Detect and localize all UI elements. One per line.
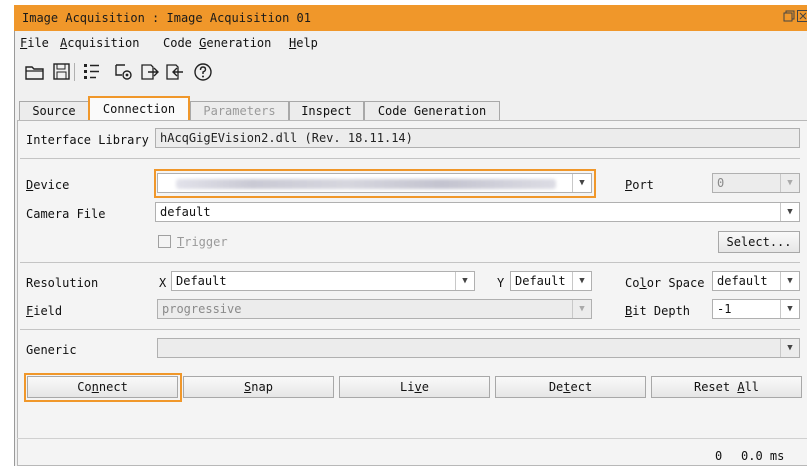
- tab-connection[interactable]: Connection: [88, 96, 190, 121]
- chevron-down-icon: ▼: [572, 300, 591, 318]
- divider: [20, 158, 800, 159]
- toolbar: [14, 55, 807, 89]
- connection-panel: [17, 120, 807, 466]
- trigger-checkbox: [158, 235, 171, 248]
- device-label: Device: [26, 178, 70, 192]
- status-divider: [17, 438, 807, 439]
- window-title: Image Acquisition : Image Acquisition 01: [22, 11, 311, 25]
- field-label: Field: [26, 304, 63, 318]
- detect-button[interactable]: Detect: [495, 376, 646, 398]
- interface-library-label: Interface Library: [26, 133, 149, 147]
- open-folder-icon[interactable]: [24, 61, 46, 83]
- chevron-down-icon: ▼: [572, 174, 591, 192]
- status-time: 0.0 ms: [741, 449, 785, 463]
- port-label: Port: [625, 178, 654, 192]
- divider: [20, 329, 800, 330]
- chevron-down-icon: ▼: [780, 339, 799, 357]
- toolbar-separator: [74, 63, 75, 81]
- y-label: Y: [497, 276, 505, 290]
- tab-bar: Source Connection Parameters Inspect Cod…: [14, 95, 807, 121]
- chevron-down-icon: ▼: [455, 272, 474, 290]
- restore-window-icon[interactable]: [782, 10, 795, 23]
- device-value-redacted: [176, 179, 556, 189]
- menu-bar: File Acquisition Code Generation Help: [14, 31, 807, 53]
- connect-button[interactable]: Connect: [27, 376, 178, 398]
- chevron-down-icon: ▼: [780, 174, 799, 192]
- bit-depth-label: Bit Depth: [625, 304, 691, 318]
- help-icon[interactable]: [192, 61, 214, 83]
- divider: [20, 262, 800, 263]
- tab-inspect[interactable]: Inspect: [289, 101, 364, 121]
- x-label: X: [159, 276, 167, 290]
- title-bar: Image Acquisition : Image Acquisition 01: [14, 5, 807, 31]
- snap-button[interactable]: Snap: [183, 376, 334, 398]
- camera-file-label: Camera File: [26, 207, 106, 221]
- close-icon[interactable]: [797, 10, 807, 23]
- color-space-label: Color Space: [625, 276, 705, 290]
- device-dropdown[interactable]: ▼: [157, 173, 592, 193]
- port-dropdown: 0 ▼: [712, 173, 800, 193]
- resolution-label: Resolution: [26, 276, 99, 290]
- save-icon[interactable]: [51, 61, 73, 83]
- menu-acquisition[interactable]: Acquisition: [60, 36, 139, 50]
- live-button[interactable]: Live: [339, 376, 490, 398]
- export-icon[interactable]: [139, 61, 161, 83]
- chevron-down-icon: ▼: [780, 300, 799, 318]
- menu-code-generation[interactable]: Code Generation: [163, 36, 271, 50]
- chevron-down-icon: ▼: [780, 272, 799, 290]
- generic-label: Generic: [26, 343, 77, 357]
- camera-file-dropdown[interactable]: default ▼: [155, 202, 800, 222]
- tab-source[interactable]: Source: [19, 101, 89, 121]
- settings-icon[interactable]: [113, 61, 135, 83]
- reset-all-button[interactable]: Reset All: [651, 376, 802, 398]
- status-frame-count: 0: [715, 449, 723, 463]
- chevron-down-icon: ▼: [780, 203, 799, 221]
- interface-library-field: hAcqGigEVision2.dll (Rev. 18.11.14): [155, 128, 800, 148]
- list-icon[interactable]: [81, 61, 103, 83]
- import-icon[interactable]: [164, 61, 186, 83]
- color-space-dropdown[interactable]: default ▼: [712, 271, 800, 291]
- tab-parameters: Parameters: [190, 101, 289, 121]
- generic-dropdown: ▼: [157, 338, 800, 358]
- menu-file[interactable]: File: [20, 36, 49, 50]
- resolution-y-dropdown[interactable]: Default ▼: [510, 271, 592, 291]
- bit-depth-dropdown[interactable]: -1 ▼: [712, 299, 800, 319]
- field-dropdown: progressive ▼: [157, 299, 592, 319]
- trigger-label: Trigger: [177, 235, 228, 249]
- resolution-x-dropdown[interactable]: Default ▼: [171, 271, 475, 291]
- tab-code-generation[interactable]: Code Generation: [364, 101, 500, 121]
- menu-help[interactable]: Help: [289, 36, 318, 50]
- chevron-down-icon: ▼: [572, 272, 591, 290]
- select-button[interactable]: Select...: [718, 231, 800, 253]
